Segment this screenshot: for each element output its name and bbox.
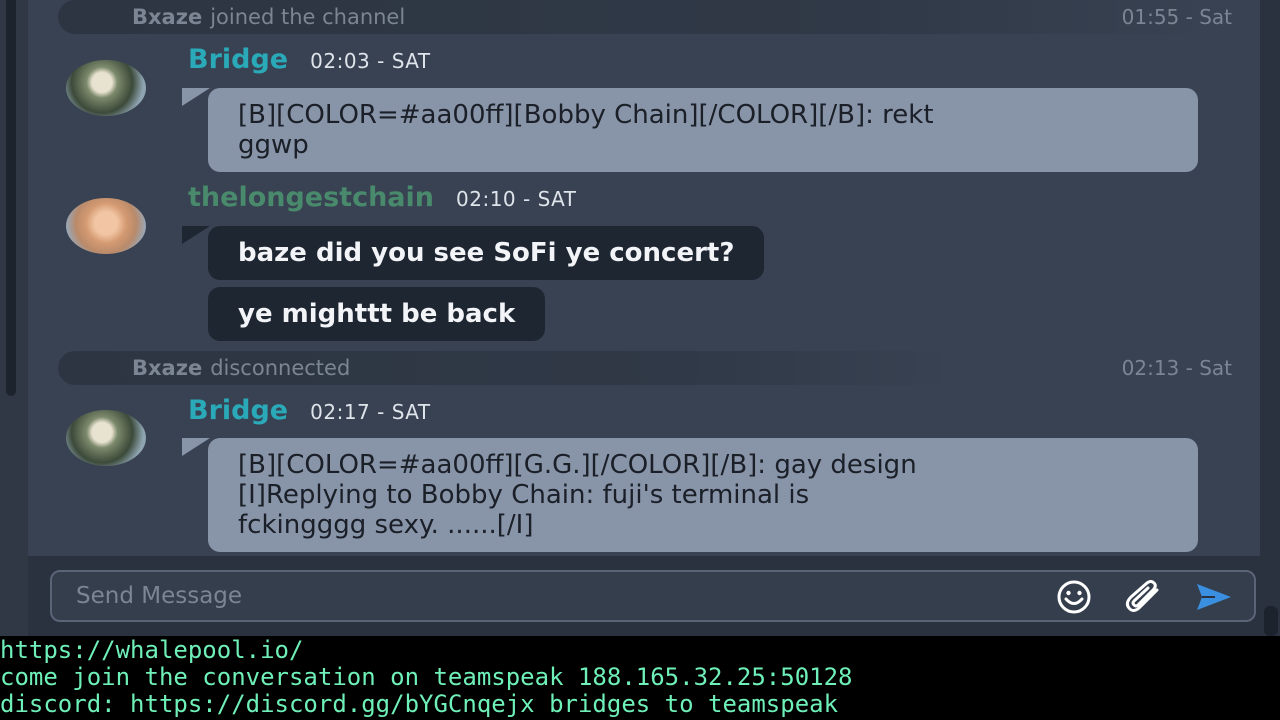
avatar-bridge[interactable] <box>66 60 146 116</box>
message-username[interactable]: thelongestchain <box>188 182 434 213</box>
message-bubble: [B][COLOR=#aa00ff][G.G.][/COLOR][/B]: ga… <box>182 438 1198 552</box>
message-username[interactable]: Bridge <box>188 395 288 426</box>
system-event-disconnect: Bxaze disconnected 02:13 - Sat <box>58 351 1232 385</box>
chat-history: Bxaze joined the channel 01:55 - Sat Bri… <box>28 0 1260 556</box>
send-icon[interactable] <box>1194 580 1234 614</box>
right-scrollbar[interactable] <box>1264 606 1278 636</box>
message-header: thelongestchain 02:10 - SAT <box>188 182 577 213</box>
message-bubble: ye mighttt be back <box>208 287 546 341</box>
message-line: [B][COLOR=#aa00ff][G.G.][/COLOR][/B]: ga… <box>238 450 917 480</box>
avatar-thelongestchain[interactable] <box>66 198 146 254</box>
event-text: disconnected <box>210 356 351 380</box>
terminal-overlay: https://whalepool.io/ come join the conv… <box>0 636 1280 720</box>
message-line: ggwp <box>238 130 309 160</box>
message-line: fckingggg sexy. ......[/I] <box>238 510 534 540</box>
message-username[interactable]: Bridge <box>188 44 288 75</box>
message-line: [B][COLOR=#aa00ff][Bobby Chain][/COLOR][… <box>238 100 934 130</box>
composer <box>28 556 1260 636</box>
emoji-icon[interactable] <box>1054 580 1094 614</box>
left-scrollbar[interactable] <box>6 0 16 396</box>
message-input[interactable] <box>76 583 1016 609</box>
event-timestamp: 02:13 - Sat <box>1121 356 1232 380</box>
paperclip-icon[interactable] <box>1124 580 1164 614</box>
terminal-line-discord: discord: https://discord.gg/bYGCnqejx br… <box>0 690 839 718</box>
event-username[interactable]: Bxaze <box>132 5 202 29</box>
right-panel-edge <box>1260 0 1280 636</box>
terminal-line-teamspeak: come join the conversation on teamspeak … <box>0 663 853 691</box>
terminal-line-url: https://whalepool.io/ <box>0 636 304 664</box>
avatar-bridge[interactable] <box>66 410 146 466</box>
message-input-box[interactable] <box>50 570 1256 622</box>
message-header: Bridge 02:03 - SAT <box>188 44 431 75</box>
event-timestamp: 01:55 - Sat <box>1121 5 1232 29</box>
message-timestamp: 02:10 - SAT <box>456 187 577 211</box>
message-header: Bridge 02:17 - SAT <box>188 395 431 426</box>
message-line: [I]Replying to Bobby Chain: fuji's termi… <box>238 480 810 510</box>
message-bubble: [B][COLOR=#aa00ff][Bobby Chain][/COLOR][… <box>182 88 1198 172</box>
message-bubble: baze did you see SoFi ye concert? <box>181 226 765 280</box>
message-timestamp: 02:17 - SAT <box>310 400 431 424</box>
system-event-join: Bxaze joined the channel 01:55 - Sat <box>58 0 1232 34</box>
event-text: joined the channel <box>210 5 406 29</box>
event-username[interactable]: Bxaze <box>132 356 202 380</box>
message-timestamp: 02:03 - SAT <box>310 49 431 73</box>
left-panel-edge <box>0 0 28 636</box>
